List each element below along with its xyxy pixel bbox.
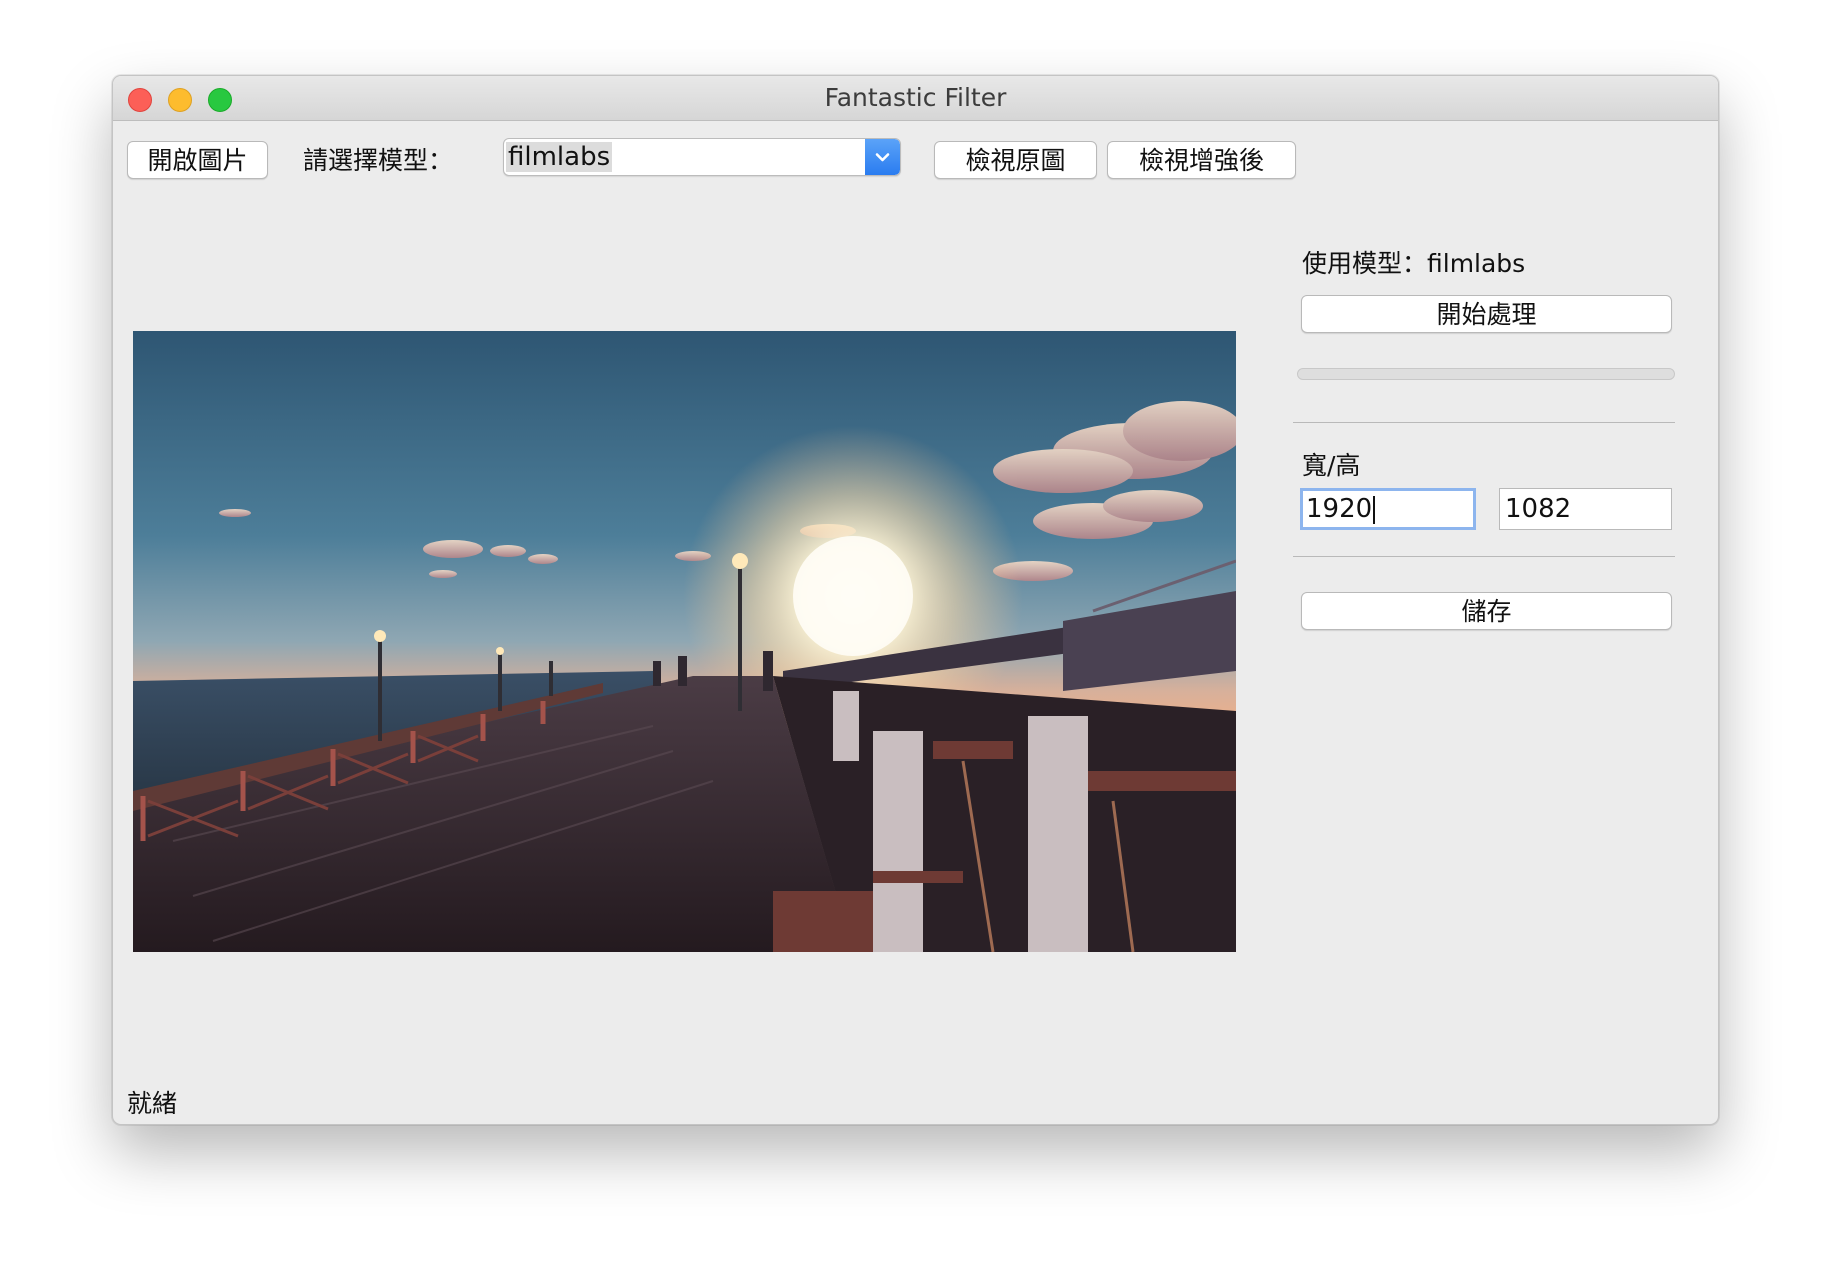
- size-label: 寬/高: [1302, 451, 1361, 480]
- model-in-use-label: 使用模型：filmlabs: [1302, 249, 1526, 278]
- status-text: 就緒: [127, 1089, 178, 1118]
- open-image-button[interactable]: 開啟圖片: [127, 141, 268, 179]
- window-title: Fantastic Filter: [824, 83, 1007, 112]
- chevron-down-icon: [875, 153, 890, 162]
- view-original-button[interactable]: 檢視原圖: [934, 141, 1097, 179]
- start-processing-button[interactable]: 開始處理: [1301, 295, 1672, 333]
- text-caret: [1373, 495, 1376, 524]
- width-value: 1920: [1306, 494, 1373, 524]
- width-field[interactable]: 1920: [1300, 488, 1476, 530]
- title-bar: Fantastic Filter: [113, 76, 1718, 121]
- divider-top: [1293, 422, 1675, 423]
- app-window: Fantastic Filter 開啟圖片 請選擇模型： filmlabs 檢視…: [112, 75, 1719, 1125]
- height-field[interactable]: 1082: [1499, 488, 1672, 530]
- model-select-arrow[interactable]: [865, 139, 900, 175]
- model-select-label: 請選擇模型：: [303, 146, 454, 175]
- view-enhanced-button[interactable]: 檢視增強後: [1107, 141, 1296, 179]
- save-button[interactable]: 儲存: [1301, 592, 1672, 630]
- sunset-pier-photo: [133, 331, 1236, 952]
- image-preview: [133, 331, 1236, 952]
- progress-bar: [1297, 368, 1675, 380]
- model-select[interactable]: filmlabs: [503, 138, 901, 176]
- model-select-value: filmlabs: [506, 142, 613, 172]
- divider-bottom: [1293, 556, 1675, 557]
